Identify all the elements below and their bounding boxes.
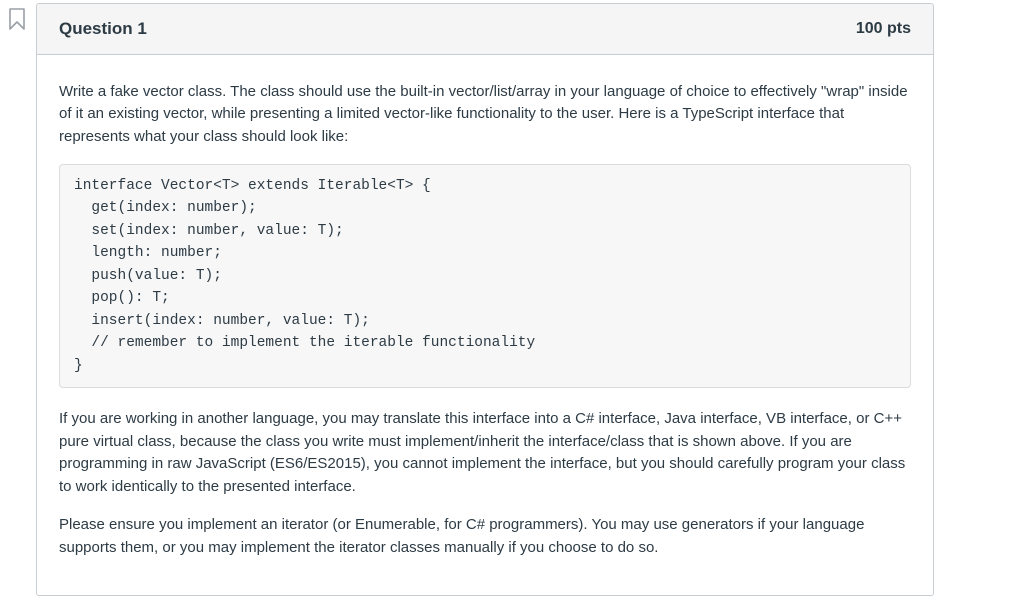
bookmark-icon[interactable]	[8, 8, 26, 30]
question-title: Question 1	[59, 16, 147, 42]
question-points: 100 pts	[856, 17, 911, 41]
question-card: Question 1 100 pts Write a fake vector c…	[36, 3, 934, 596]
paragraph-3: Please ensure you implement an iterator …	[59, 514, 911, 559]
paragraph-2: If you are working in another language, …	[59, 408, 911, 498]
question-header: Question 1 100 pts	[37, 4, 933, 55]
page: Question 1 100 pts Write a fake vector c…	[0, 0, 1024, 604]
question-body: Write a fake vector class. The class sho…	[37, 55, 933, 596]
code-block: interface Vector<T> extends Iterable<T> …	[59, 164, 911, 388]
intro-paragraph: Write a fake vector class. The class sho…	[59, 81, 911, 149]
